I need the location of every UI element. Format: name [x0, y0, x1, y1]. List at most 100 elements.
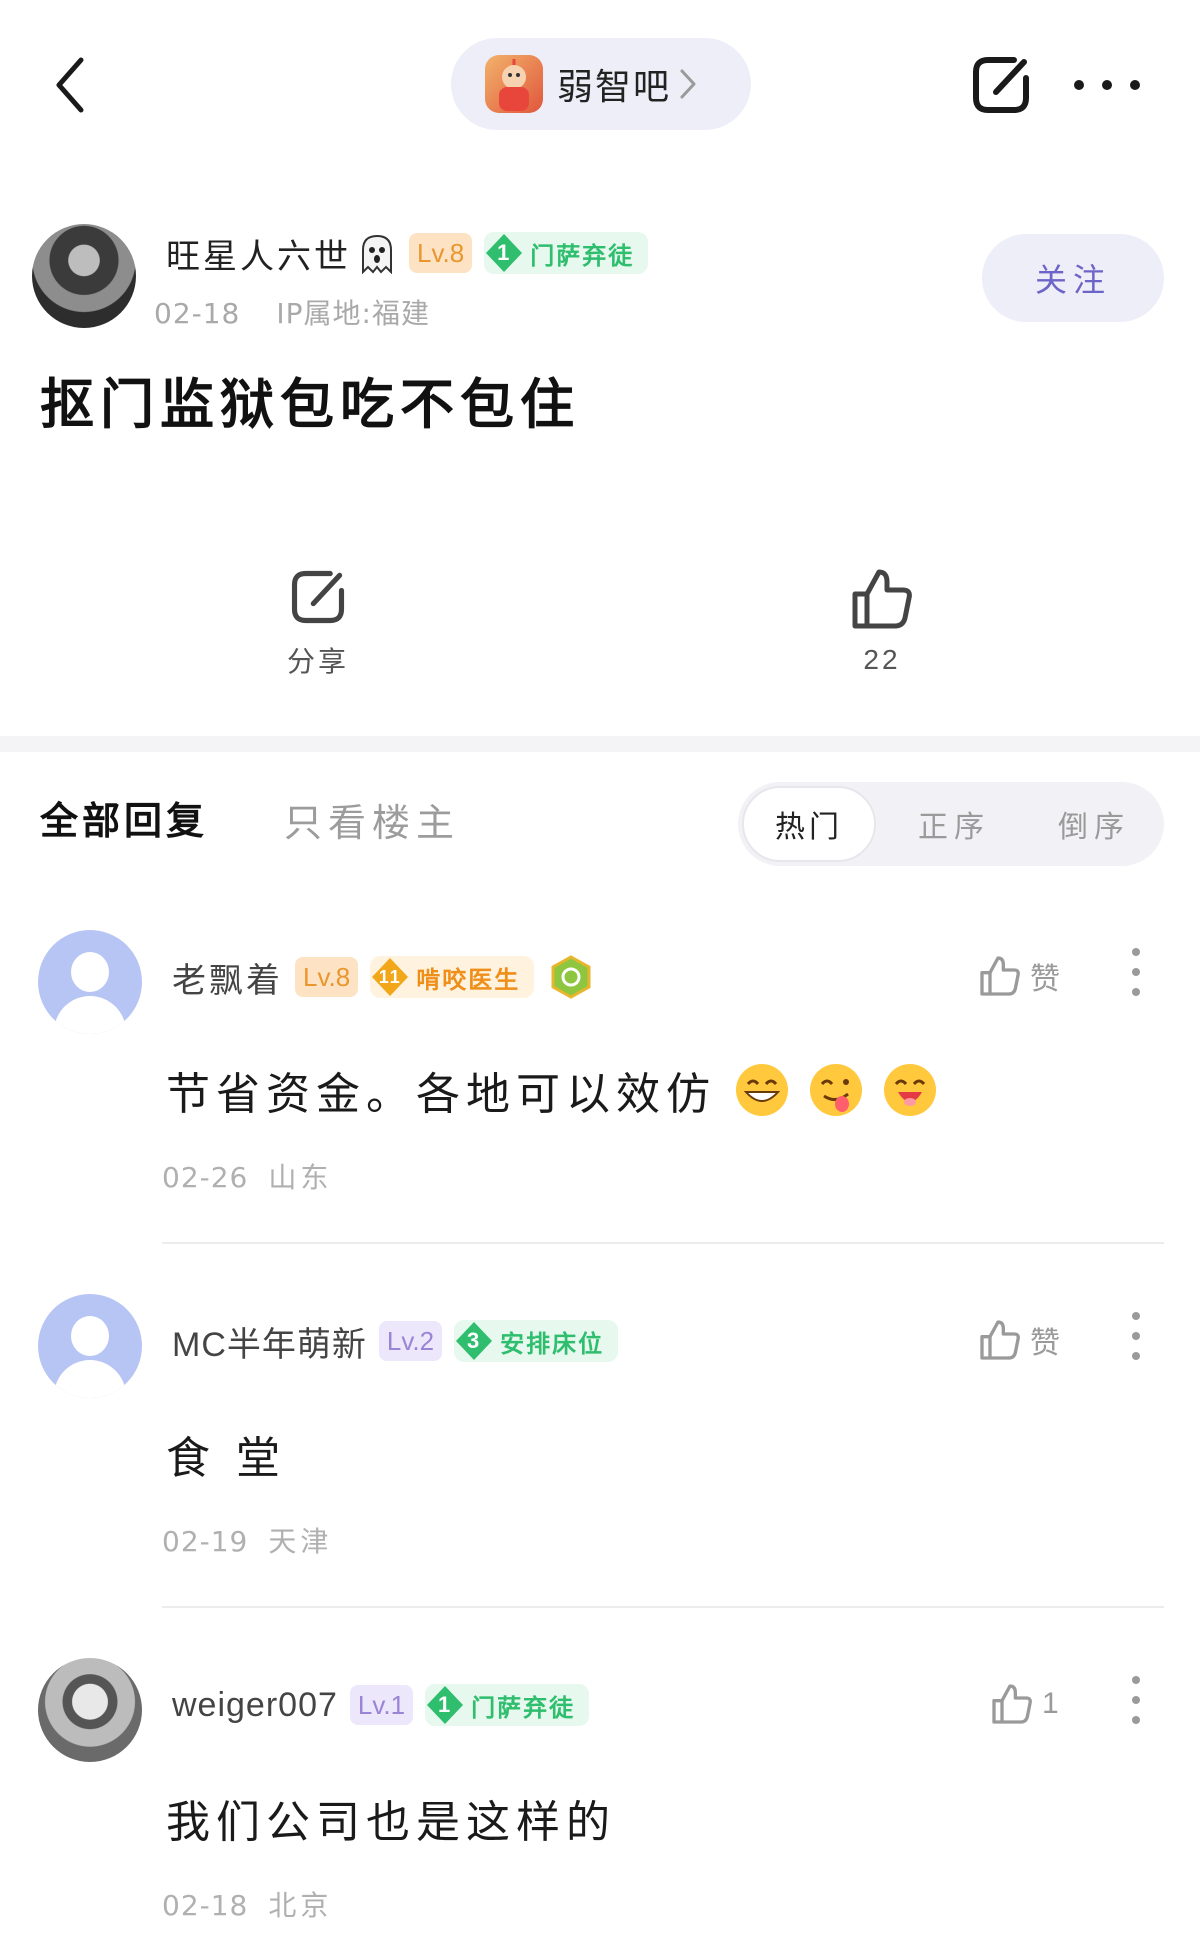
comment-text: 食 堂 — [166, 1422, 286, 1486]
forum-avatar — [485, 55, 543, 113]
more-dot — [1102, 80, 1112, 90]
tab-all-replies[interactable]: 全部回复 — [40, 790, 208, 845]
grin-emoji-icon — [736, 1064, 788, 1116]
thumb-up-icon — [992, 1684, 1032, 1724]
comment-divider — [162, 1242, 1164, 1244]
comment-text-body: 节省资金。各地可以效仿 — [166, 1069, 716, 1120]
share-icon[interactable] — [968, 52, 1034, 118]
share-label: 分享 — [286, 645, 349, 678]
comment-like-button[interactable]: 赞 — [978, 1308, 1060, 1372]
thumb-up-icon — [980, 1320, 1020, 1360]
comment-text: 我们公司也是这样的 — [166, 1786, 616, 1850]
gem-icon: 3 — [454, 1320, 494, 1362]
chevron-right-icon — [680, 69, 696, 99]
smile-emoji-icon — [884, 1064, 936, 1116]
tab-op-only[interactable]: 只看楼主 — [284, 792, 460, 847]
forum-name: 弱智吧 — [557, 67, 672, 108]
gem-icon: 1 — [484, 232, 524, 274]
more-dot — [1132, 1696, 1140, 1704]
more-dot — [1132, 988, 1140, 996]
comment-text-body: 我们公司也是这样的 — [166, 1797, 616, 1848]
more-dot — [1130, 80, 1140, 90]
like-label: 赞 — [1030, 1326, 1060, 1361]
gem-icon: 11 — [370, 956, 410, 998]
comment-header: MC半年萌新 Lv.2 3 安排床位 — [172, 1316, 619, 1366]
author-line: 旺星人六世 Lv.8 1 门萨弃徒 — [166, 228, 649, 278]
title-tag: 3 安排床位 — [454, 1320, 619, 1362]
thumb-up-icon — [852, 569, 912, 629]
avatar[interactable] — [38, 1658, 142, 1762]
comment-like-button[interactable]: 赞 — [978, 944, 1060, 1008]
comment-like-button[interactable]: 1 — [990, 1672, 1059, 1736]
hexagon-badge-icon — [551, 955, 591, 999]
post-ip: IP属地:福建 — [276, 297, 430, 330]
title-tag-text: 门萨弃徒 — [530, 241, 635, 270]
post-title: 抠门监狱包吃不包住 — [40, 373, 580, 436]
comment-more-button[interactable] — [1130, 1312, 1142, 1360]
title-tag-text: 啃咬医生 — [416, 965, 521, 994]
more-dot — [1132, 1716, 1140, 1724]
yum-emoji-icon — [810, 1064, 862, 1116]
back-button[interactable] — [46, 50, 94, 120]
chevron-left-icon — [56, 57, 84, 113]
more-dot — [1132, 948, 1140, 956]
gem-icon: 1 — [425, 1684, 465, 1726]
share-action[interactable]: 分享 — [238, 566, 398, 680]
ghost-icon — [362, 234, 392, 274]
level-badge: Lv.1 — [349, 1685, 414, 1725]
sort-ascending[interactable]: 正序 — [918, 786, 990, 862]
like-count: 1 — [1042, 1687, 1059, 1720]
more-dot — [1132, 1352, 1140, 1360]
comment-more-button[interactable] — [1130, 1676, 1142, 1724]
comment-date: 02-19 — [162, 1525, 249, 1558]
more-button[interactable] — [1074, 62, 1140, 108]
comment-date: 02-26 — [162, 1161, 249, 1194]
post-date: 02-18 — [154, 297, 241, 330]
level-badge: Lv.8 — [409, 233, 473, 273]
like-count: 22 — [863, 644, 901, 675]
thumb-up-icon — [980, 956, 1020, 996]
comment-text: 节省资金。各地可以效仿 — [166, 1058, 938, 1122]
commenter-name[interactable]: weiger007 — [172, 1686, 338, 1725]
title-tag: 1 门萨弃徒 — [484, 232, 649, 274]
comment-date: 02-18 — [162, 1889, 249, 1922]
avatar[interactable] — [38, 1294, 142, 1398]
sort-descending[interactable]: 倒序 — [1058, 786, 1130, 862]
author-name[interactable]: 旺星人六世 — [166, 229, 351, 278]
avatar[interactable] — [38, 930, 142, 1034]
author-avatar[interactable] — [32, 224, 136, 328]
comment-divider — [162, 1606, 1164, 1608]
more-dot — [1132, 1312, 1140, 1320]
title-tag: 11 啃咬医生 — [370, 956, 535, 998]
commenter-name[interactable]: MC半年萌新 — [172, 1317, 367, 1366]
comment-header: weiger007 Lv.1 1 门萨弃徒 — [172, 1680, 590, 1730]
comment-meta: 02-18 北京 — [162, 1884, 332, 1924]
share-icon — [291, 570, 345, 624]
comment-text-body: 食 堂 — [166, 1433, 286, 1484]
sort-hot[interactable]: 热门 — [742, 786, 876, 862]
title-tag-text: 门萨弃徒 — [471, 1693, 576, 1722]
comment-header: 老飘着 Lv.8 11 啃咬医生 — [172, 952, 594, 1002]
title-tag-text: 安排床位 — [500, 1329, 605, 1358]
level-badge: Lv.2 — [378, 1321, 443, 1361]
more-dot — [1132, 1676, 1140, 1684]
section-divider — [0, 736, 1200, 752]
follow-button[interactable]: 关注 — [982, 234, 1164, 322]
sort-segmented-control: 热门 正序 倒序 — [738, 782, 1164, 866]
like-label: 赞 — [1030, 962, 1060, 997]
like-action[interactable]: 22 — [802, 566, 962, 676]
post-meta: 02-18 IP属地:福建 — [154, 292, 430, 332]
more-dot — [1074, 80, 1084, 90]
more-dot — [1132, 968, 1140, 976]
comment-meta: 02-26 山东 — [162, 1156, 332, 1196]
comment-meta: 02-19 天津 — [162, 1520, 332, 1560]
top-bar: 弱智吧 — [0, 0, 1200, 170]
comment-location: 天津 — [268, 1525, 333, 1558]
commenter-name[interactable]: 老飘着 — [172, 953, 283, 1002]
level-badge: Lv.8 — [295, 957, 359, 997]
comment-more-button[interactable] — [1130, 948, 1142, 996]
forum-pill[interactable]: 弱智吧 — [451, 38, 751, 130]
comment-location: 北京 — [268, 1889, 333, 1922]
comment-location: 山东 — [268, 1161, 333, 1194]
more-dot — [1132, 1332, 1140, 1340]
